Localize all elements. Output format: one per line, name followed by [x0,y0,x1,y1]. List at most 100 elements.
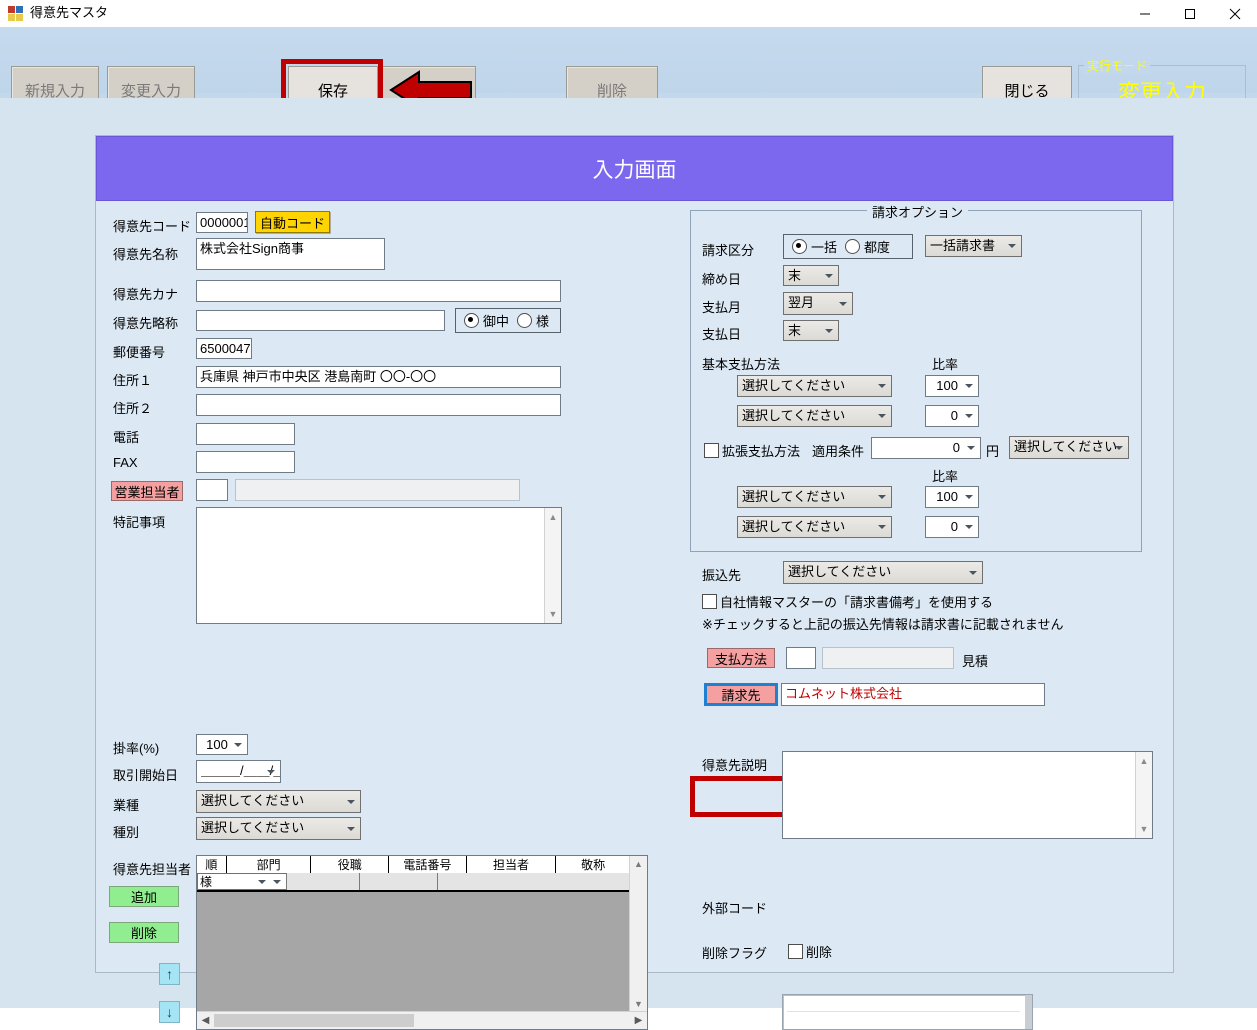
scroll-up-icon[interactable]: ▲ [1136,753,1152,769]
contacts-grid-hscrollbar[interactable]: ◀ ▶ [197,1011,647,1029]
billing-class-option-ikkatsu[interactable]: 一括 [792,237,837,256]
extended-payment-method-1-select[interactable]: 選択してください [737,486,892,508]
honorific-option-sama[interactable]: 様 [517,311,549,330]
customer-name-input[interactable]: 株式会社Sign商事 [196,238,385,270]
contacts-col-honorific: 敬称 [581,858,606,872]
contacts-grid-vscrollbar[interactable]: ▲ ▼ [629,856,647,1012]
description-scrollbar[interactable]: ▲ ▼ [1135,752,1152,838]
address1-label: 住所１ [113,373,153,388]
hscroll-thumb[interactable] [214,1014,414,1027]
bill-to-input[interactable]: コムネット株式会社 [781,683,1045,706]
use-invoice-remarks-checkbox[interactable]: 自社情報マスターの「請求書備考」を使用する [702,592,993,611]
honorific-radio-group[interactable]: 御中 様 [455,308,561,333]
delete-flag-label: 削除フラグ [702,946,768,961]
radio-dot-icon [464,313,479,328]
sales-rep-code-input[interactable] [196,479,228,501]
transfer-destination-select[interactable]: 選択してください [783,561,983,584]
application-window: 得意先マスタ 新規入力 変更入力 保存 削除 閉じる 実行モード 変更入力 入力… [0,0,1257,1030]
scroll-up-icon[interactable]: ▲ [630,856,647,872]
note-textarea[interactable]: ▲ ▼ [196,507,562,624]
move-down-button[interactable]: ↓ [159,1001,180,1023]
delete-flag-checkbox[interactable]: 削除 [788,942,832,961]
close-button[interactable] [1212,0,1257,27]
contacts-col-order: 順 [197,856,227,873]
cell-phone[interactable] [360,873,438,890]
customer-description-textarea[interactable]: ▲ ▼ [782,751,1153,839]
tel-input[interactable] [196,423,295,445]
scroll-up-icon[interactable]: ▲ [545,509,561,525]
fax-input[interactable] [196,451,295,473]
payment-day-select[interactable]: 末 [783,320,839,341]
contacts-grid[interactable]: 順 部門 役職 電話番号 担当者 敬称 1 山田花子 様 ▲ ▼ ◀ [196,855,648,1030]
customer-kana-input[interactable] [196,280,561,302]
minimize-button[interactable] [1122,0,1167,27]
ratio-label-1: 比率 [932,357,959,372]
customer-kana-label: 得意先カナ [113,287,179,302]
billing-class-option-tsudo[interactable]: 都度 [845,237,890,256]
scroll-down-icon[interactable]: ▼ [1136,821,1152,837]
invoice-type-select[interactable]: 一括請求書 [925,235,1022,257]
payment-method-code-input[interactable] [786,647,816,669]
customer-name-label: 得意先名称 [113,247,179,262]
scroll-left-icon[interactable]: ◀ [197,1012,214,1029]
contacts-label: 得意先担当者 [113,862,192,877]
basic-ratio-1-select[interactable]: 100 [925,375,979,397]
address2-label: 住所２ [113,401,153,416]
type-label: 種別 [113,825,140,840]
cell-title[interactable] [282,873,360,890]
extended-payment-checkbox[interactable]: 拡張支払方法 [704,441,800,460]
zip-input[interactable]: 6500047 [196,338,252,359]
closing-day-label: 締め日 [702,272,742,287]
scroll-down-icon[interactable]: ▼ [545,606,561,622]
extended-payment-method-2-select[interactable]: 選択してください [737,516,892,538]
billing-class-option-tsudo-label: 都度 [864,240,891,255]
note-scrollbar[interactable]: ▲ ▼ [544,508,561,623]
bill-to-button[interactable]: 請求先 [704,683,778,706]
auto-code-button[interactable]: 自動コード [255,211,330,233]
industry-select[interactable]: 選択してください [196,790,361,813]
delete-contact-button[interactable]: 削除 [109,922,179,943]
maximize-button[interactable] [1167,0,1212,27]
external-code-scrollbar[interactable] [1025,995,1032,1029]
address2-input[interactable] [196,394,561,416]
external-code-value [783,995,1032,997]
contacts-col-phone: 電話番号 [389,856,467,873]
external-code-input[interactable] [782,994,1033,1030]
window-title: 得意先マスタ [30,5,109,20]
honorific-option-onchu[interactable]: 御中 [464,311,509,330]
address1-input[interactable]: 兵庫県 神戸市中央区 港島南町 〇〇-〇〇 [196,366,561,388]
billing-class-radio-group[interactable]: 一括 都度 [783,234,913,259]
customer-abbr-label: 得意先略称 [113,316,179,331]
type-select[interactable]: 選択してください [196,817,361,840]
sales-rep-button[interactable]: 営業担当者 [111,481,183,501]
payment-method-button[interactable]: 支払方法 [707,648,775,668]
title-bar: 得意先マスタ [0,0,1257,27]
customer-code-input[interactable]: 0000001 [196,212,248,233]
cell-honorific[interactable]: 様 [197,873,271,890]
extended-ratio-2-select[interactable]: 0 [925,516,979,538]
billing-options-legend: 請求オプション [867,202,969,221]
close-icon [1229,8,1240,19]
closing-day-select[interactable]: 末 [783,265,839,286]
delete-flag-checkbox-label: 削除 [806,945,833,960]
start-date-select[interactable]: ＿＿＿/＿＿/＿＿ [196,760,281,783]
scroll-down-icon[interactable]: ▼ [630,996,647,1012]
external-code-divider [787,1011,1020,1012]
basic-payment-label: 基本支払方法 [702,357,781,372]
extended-ratio-1-select[interactable]: 100 [925,486,979,508]
table-row[interactable]: 1 山田花子 様 [197,873,630,892]
customer-code-label: 得意先コード [113,219,192,234]
customer-abbr-input[interactable] [196,310,445,331]
rate-select[interactable]: 100 [196,734,248,755]
basic-ratio-2-select[interactable]: 0 [925,405,979,427]
basic-payment-method-2-select[interactable]: 選択してください [737,405,892,427]
contacts-grid-empty-area [197,892,630,1012]
apply-condition-select[interactable]: 選択してください [1009,436,1129,459]
payment-month-select[interactable]: 翌月 [783,292,853,315]
billing-class-option-ikkatsu-label: 一括 [811,240,838,255]
basic-payment-method-1-select[interactable]: 選択してください [737,375,892,397]
apply-condition-input[interactable]: 0 [871,437,981,459]
add-contact-button[interactable]: 追加 [109,886,179,907]
scroll-right-icon[interactable]: ▶ [630,1012,647,1029]
move-up-button[interactable]: ↑ [159,963,180,985]
